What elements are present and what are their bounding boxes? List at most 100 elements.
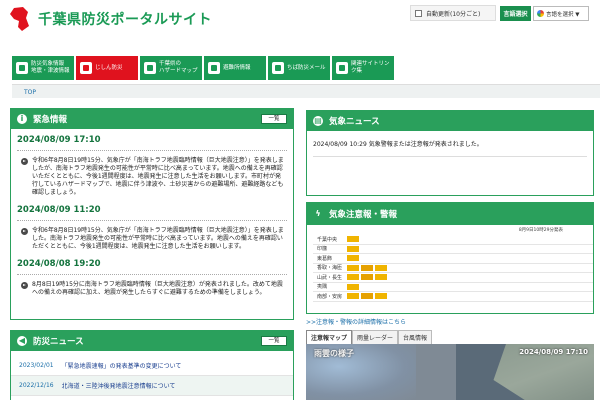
weather-news-text[interactable]: 2024/08/09 10:29 気象警報または注意報が発表されました。 xyxy=(313,139,593,148)
nav-hazard-map[interactable]: 千葉県の ハザードマップ xyxy=(140,56,202,80)
warning-badge-icon xyxy=(347,236,359,243)
warning-row: 東葛飾 xyxy=(313,254,593,264)
nav-shelter-info[interactable]: 避難所情報 xyxy=(204,56,266,80)
news-row[interactable]: 2023/02/01 「緊急地震速報」の発表基準の変更について xyxy=(11,356,293,376)
emergency-body: 8月8日19時15分に南海トラフ地震臨時情報（巨大地震注意）が発表されました。改… xyxy=(21,281,287,297)
document-icon: ▤ xyxy=(313,116,323,126)
warning-region-name: 千葉中央 xyxy=(317,236,338,243)
divider xyxy=(313,156,587,157)
tab-warning-map[interactable]: 注意報マップ xyxy=(306,330,353,344)
warning-row: 香取・海匝 xyxy=(313,264,593,273)
warning-region-name: 南部・安房 xyxy=(317,293,343,300)
nav-related-links[interactable]: 関連サイトリンク集 xyxy=(332,56,394,80)
warning-badge-icon xyxy=(361,293,373,300)
emergency-text: 令和6年8月8日19時15分、気象庁が「南海トラフ地震臨時情報（巨大地震注意）」… xyxy=(32,227,284,250)
warnings-rows: 千葉中央印旛 東葛飾香取・海匝 山武・長生 夷隅 南部・安房 xyxy=(313,235,593,302)
checkbox-icon[interactable] xyxy=(415,9,422,17)
divider xyxy=(17,150,287,151)
radar-map[interactable]: 雨雲の様子 2024/08/09 17:10 xyxy=(306,344,594,400)
warning-badge-icon xyxy=(347,274,359,281)
warning-badge-icon xyxy=(375,274,387,281)
nav-label: ちば防災メール xyxy=(287,64,326,71)
tab-rain-radar[interactable]: 雨量レーダー xyxy=(352,330,399,344)
nav-label: 防災気象情報 地震・津波情報 xyxy=(31,61,70,74)
map-tabs: 注意報マップ 雨量レーダー 台風情報 xyxy=(306,330,433,344)
warning-badge-icon xyxy=(375,264,387,271)
radar-timestamp: 2024/08/09 17:10 xyxy=(519,348,588,356)
emergency-body: 令和6年8月8日19時15分、気象庁が「南海トラフ地震臨時情報（巨大地震注意）」… xyxy=(21,227,287,251)
auto-update-toggle[interactable]: 自動更新(10分ごと) xyxy=(410,5,496,21)
emergency-date: 2024/08/09 17:10 xyxy=(17,135,101,145)
warnings-table: 8月9日10時29分発表 千葉中央印旛 東葛飾香取・海匝 山武・長生 夷隅 南部・安房 xyxy=(313,227,593,302)
weather-news-panel: ▤ 気象ニュース 2024/08/09 10:29 気象警報または注意報が発表さ… xyxy=(306,110,594,196)
weather-news-header: ▤ 気象ニュース xyxy=(307,111,593,131)
translate-label: 言語を選択 ▼ xyxy=(546,11,580,18)
emergency-item: 2024/08/09 17:10 令和6年8月8日19時15分、気象庁が「南海ト… xyxy=(11,135,293,197)
warning-badge-icon xyxy=(361,264,373,271)
nav-label: 関連サイトリンク集 xyxy=(351,61,390,74)
google-icon xyxy=(537,10,544,17)
site-header: 千葉県防災ポータルサイト 自動更新(10分ごと) 言語選択 言語を選択 ▼ xyxy=(0,0,600,52)
nav-disaster-mail[interactable]: ちば防災メール xyxy=(268,56,330,80)
disaster-news-title: 防災ニュース xyxy=(33,337,84,347)
warning-region-name: 東葛飾 xyxy=(317,255,333,262)
main-nav: 防災気象情報 地震・津波情報 じしん防災 千葉県の ハザードマップ 避難所情報 … xyxy=(12,56,394,80)
warning-region-name: 香取・海匝 xyxy=(317,265,343,272)
nav-weather-quake-info[interactable]: 防災気象情報 地震・津波情報 xyxy=(12,56,74,80)
news-title-link[interactable]: 「緊急地震速報」の発表基準の変更について xyxy=(62,361,182,370)
warning-badge-icon xyxy=(347,245,359,252)
news-title-link[interactable]: 北海道・三陸沖後発地震注意情報について xyxy=(62,381,176,390)
arrow-bullet-icon xyxy=(21,158,28,165)
translate-select[interactable]: 言語を選択 ▼ xyxy=(533,6,589,21)
warning-row: 印旛 xyxy=(313,245,593,254)
flag-icon xyxy=(80,62,92,74)
news-row[interactable]: 2022/12/16 北海道・三陸沖後発地震注意情報について xyxy=(11,376,293,396)
warnings-panel: ϟ 気象注意報・警報 8月9日10時29分発表 千葉中央印旛 東葛飾香取・海匝 山武… xyxy=(306,202,594,314)
breadcrumb-top-link[interactable]: TOP xyxy=(24,89,36,96)
arrow-bullet-icon xyxy=(21,282,28,289)
lightning-icon: ϟ xyxy=(315,209,321,218)
nav-earthquake-prep[interactable]: じしん防災 xyxy=(76,56,138,80)
news-date: 2022/12/16 xyxy=(19,382,54,389)
divider xyxy=(17,220,287,221)
megaphone-icon: ◀ xyxy=(17,336,27,346)
warning-badge-icon xyxy=(347,255,359,262)
link-icon xyxy=(336,62,348,74)
house-icon xyxy=(208,62,220,74)
warning-row: 夷隅 xyxy=(313,283,593,292)
emergency-date: 2024/08/09 11:20 xyxy=(17,205,101,215)
warning-row: 千葉中央 xyxy=(313,235,593,245)
warnings-header: ϟ 気象注意報・警報 xyxy=(307,203,593,225)
warning-badge-icon xyxy=(347,283,359,290)
warning-badge-icon xyxy=(375,293,387,300)
disaster-news-header: ◀ 防災ニュース 一覧 xyxy=(11,331,293,351)
site-title[interactable]: 千葉県防災ポータルサイト xyxy=(38,9,212,29)
emergency-header: i 緊急情報 一覧 xyxy=(11,109,293,129)
tab-typhoon-info[interactable]: 台風情報 xyxy=(398,330,433,344)
warning-badge-icon xyxy=(347,264,359,271)
chiba-logo-icon[interactable] xyxy=(8,6,30,32)
disaster-news-list-button[interactable]: 一覧 xyxy=(261,336,287,346)
info-icon xyxy=(16,62,28,74)
warnings-issued-time: 8月9日10時29分発表 xyxy=(518,228,563,233)
nav-label: 避難所情報 xyxy=(223,64,251,71)
emergency-text: 令和6年8月8日19時15分、気象庁が「南海トラフ地震臨時情報（巨大地震注意）」… xyxy=(32,157,284,196)
emergency-title: 緊急情報 xyxy=(33,115,68,125)
warnings-detail-link[interactable]: >>注意報・警報の詳細情報はこちら xyxy=(306,317,406,326)
info-icon: i xyxy=(17,114,27,124)
radar-label: 雨雲の様子 xyxy=(314,349,354,358)
warning-row: 山武・長生 xyxy=(313,273,593,283)
warning-badge-icon xyxy=(347,293,359,300)
language-button[interactable]: 言語選択 xyxy=(500,6,531,21)
disaster-news-panel: ◀ 防災ニュース 一覧 2023/02/01 「緊急地震速報」の発表基準の変更に… xyxy=(10,330,294,400)
news-date: 2023/02/01 xyxy=(19,362,54,369)
warning-row: 南部・安房 xyxy=(313,292,593,302)
emergency-date: 2024/08/08 19:20 xyxy=(17,259,101,269)
map-icon xyxy=(144,62,156,74)
emergency-list-button[interactable]: 一覧 xyxy=(261,114,287,124)
emergency-item: 2024/08/08 19:20 8月8日19時15分に南海トラフ地震臨時情報（… xyxy=(11,259,293,297)
mail-icon xyxy=(272,62,284,74)
emergency-text: 8月8日19時15分に南海トラフ地震臨時情報（巨大地震注意）が発表されました。改… xyxy=(32,281,283,296)
emergency-item: 2024/08/09 11:20 令和6年8月8日19時15分、気象庁が「南海ト… xyxy=(11,205,293,251)
nav-label: じしん防災 xyxy=(95,64,123,71)
